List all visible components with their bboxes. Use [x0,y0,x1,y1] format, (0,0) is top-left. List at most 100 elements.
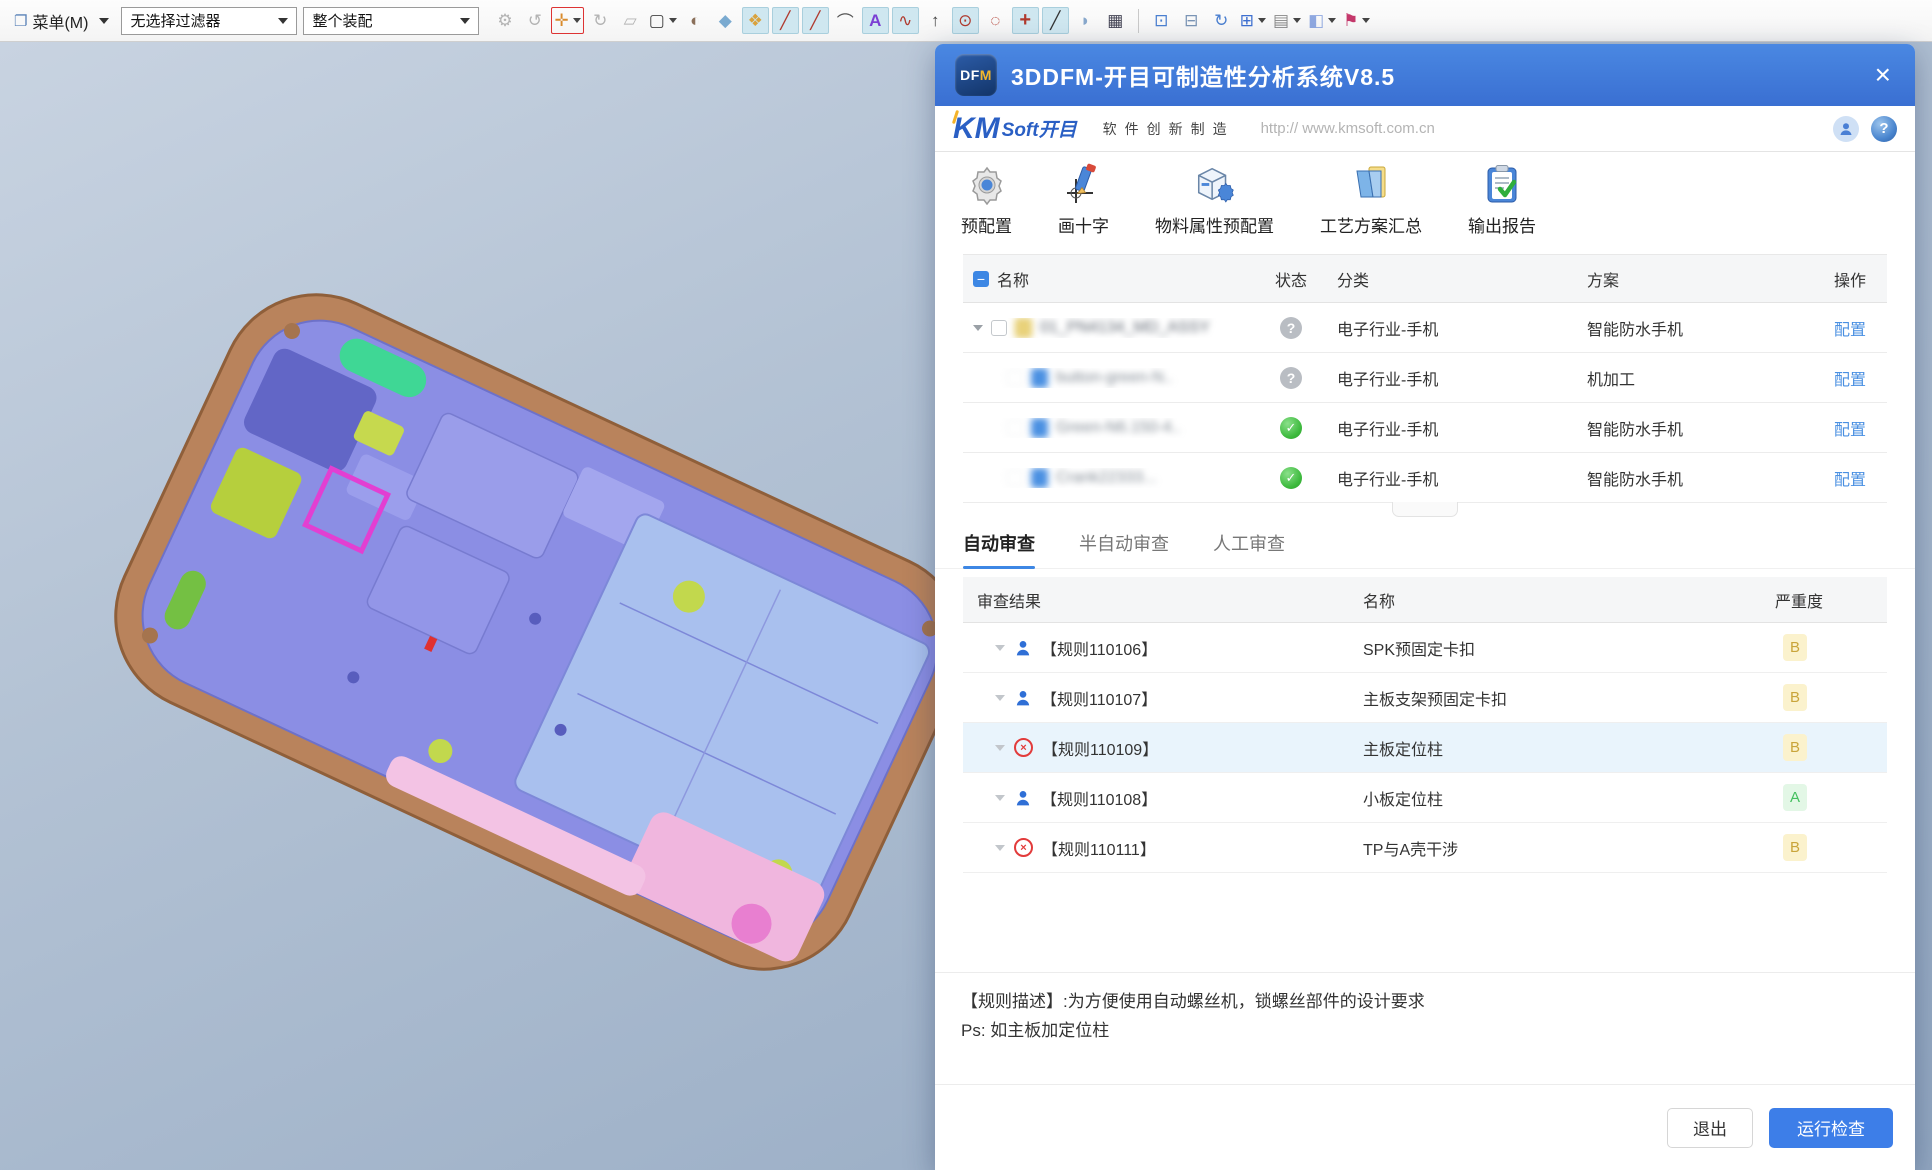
dfm-logo: DFM [955,54,997,96]
review-tabs: 自动审查 半自动审查 人工审查 [935,519,1915,569]
orbit-icon[interactable]: ↻ [1208,7,1235,34]
row-checkbox[interactable] [1007,420,1023,436]
shaded-cube-icon[interactable]: ◧ [1306,7,1338,34]
configure-link[interactable]: 配置 [1834,366,1866,390]
run-check-button[interactable]: 运行检查 [1769,1108,1893,1148]
render-style-icon[interactable]: ▤ [1271,7,1303,34]
row-checkbox[interactable] [1007,470,1023,486]
section-flag-icon[interactable]: ⚑ [1341,7,1372,34]
zoom-window-icon[interactable]: ⊡ [1148,7,1175,34]
tab-semi-auto-review[interactable]: 半自动审查 [1079,530,1169,568]
rule-name: 小板定位柱 [1363,786,1443,810]
part-plan: 智能防水手机 [1587,466,1683,490]
part-icon [1031,418,1048,438]
selection-filter-value: 无选择过滤器 [130,10,220,31]
exit-button[interactable]: 退出 [1667,1108,1753,1148]
dialog-titlebar[interactable]: DFM 3DDFM-开目可制造性分析系统V8.5 × [935,44,1915,106]
expand-caret-icon[interactable] [995,795,1005,801]
dfm-dialog: DFM 3DDFM-开目可制造性分析系统V8.5 × KM Soft开目 软件创… [935,44,1915,1170]
tab-auto-review[interactable]: 自动审查 [963,530,1035,568]
configure-link[interactable]: 配置 [1834,316,1866,340]
polyline-tool-icon[interactable]: ╱ [802,7,829,34]
close-icon[interactable]: × [1871,61,1895,89]
table-row[interactable]: Crank22333... ✓ 电子行业-手机 智能防水手机 配置 [963,453,1887,503]
part-category: 电子行业-手机 [1337,316,1438,340]
axis-icon[interactable]: ↑ [922,7,949,34]
part-plan: 智能防水手机 [1587,416,1683,440]
dfm-logo-df: DF [960,67,980,83]
part-category: 电子行业-手机 [1337,466,1438,490]
process-plan-summary-label: 工艺方案汇总 [1320,212,1422,237]
rule-row[interactable]: 【规则110107】 主板支架预固定卡扣 B [963,673,1887,723]
table-grid-icon[interactable]: ▦ [1102,7,1129,34]
rotate-component-icon[interactable]: ↻ [587,7,614,34]
user-avatar-icon[interactable] [1833,116,1859,142]
expand-caret-icon[interactable] [995,745,1005,751]
table-row[interactable]: Green-N6.150-4.. ✓ 电子行业-手机 智能防水手机 配置 [963,403,1887,453]
rule-row[interactable]: × 【规则110111】 TP与A壳干涉 B [963,823,1887,873]
circle-points-icon[interactable]: ◌ [982,7,1009,34]
gear-icon [965,162,1009,206]
selection-box-icon[interactable]: ▢ [647,7,679,34]
surface-icon[interactable]: ◗ [1072,7,1099,34]
part-plan: 智能防水手机 [1587,316,1683,340]
configure-link[interactable]: 配置 [1834,416,1866,440]
col-status: 状态 [1275,267,1307,291]
folders-icon [1349,162,1393,206]
tab-manual-review[interactable]: 人工审查 [1213,530,1285,568]
expand-caret-icon[interactable] [973,325,983,331]
part-name: button-green-N.. [1056,369,1173,387]
rule-row[interactable]: 【规则110108】 小板定位柱 A [963,773,1887,823]
spline-icon[interactable]: ∿ [892,7,919,34]
expand-caret-icon[interactable] [995,845,1005,851]
pattern-move-icon[interactable]: ❖ [742,7,769,34]
cube-icon[interactable]: ◆ [712,7,739,34]
process-plan-summary-button[interactable]: 工艺方案汇总 [1320,162,1422,237]
table-row[interactable]: 01_PN4134_MD_ASSY ? 电子行业-手机 智能防水手机 配置 [963,303,1887,353]
pan-icon[interactable]: ⊟ [1178,7,1205,34]
sketch-line-icon[interactable]: ╱ [1042,7,1069,34]
rule-id: 【规则110109】 [1042,736,1158,760]
part-plan: 机加工 [1587,366,1635,390]
row-checkbox[interactable] [991,320,1007,336]
sphere-icon[interactable]: ◐ [682,7,709,34]
arc-tool-icon[interactable]: ⌒ [832,7,859,34]
point-tool-icon[interactable]: + [1012,7,1039,34]
table-row[interactable]: button-green-N.. ? 电子行业-手机 机加工 配置 [963,353,1887,403]
expand-caret-icon[interactable] [995,695,1005,701]
move-component-icon[interactable]: ✛ [551,7,583,34]
results-table-header: 审查结果 名称 严重度 [963,577,1887,623]
rule-row[interactable]: × 【规则110109】 主板定位柱 B [963,723,1887,773]
rule-row[interactable]: 【规则110106】 SPK预固定卡扣 B [963,623,1887,673]
expand-caret-icon[interactable] [995,645,1005,651]
paste-icon[interactable]: ▱ [617,7,644,34]
draw-cross-button[interactable]: 画十字 [1058,162,1109,237]
selection-filter-select[interactable]: 无选择过滤器 [121,7,297,35]
box-gear-icon [1193,162,1237,206]
col-severity: 严重度 [1775,588,1823,612]
orient-icon[interactable]: ↺ [521,7,548,34]
part-category: 电子行业-手机 [1337,366,1438,390]
multiview-icon[interactable]: ⊞ [1238,7,1268,34]
spline-text-icon[interactable]: A [862,7,889,34]
material-preconfig-label: 物料属性预配置 [1155,212,1274,237]
exploded-view-icon[interactable]: ⚙ [491,7,518,34]
select-all-checkbox[interactable]: − [973,271,989,287]
assembly-scope-select[interactable]: 整个装配 [303,7,479,35]
circle-center-icon[interactable]: ⊙ [952,7,979,34]
error-icon: × [1014,838,1033,857]
preconfig-button[interactable]: 预配置 [961,162,1012,237]
configure-link[interactable]: 配置 [1834,466,1866,490]
user-review-icon [1014,789,1032,807]
line-tool-icon[interactable]: ╱ [772,7,799,34]
output-report-button[interactable]: 输出报告 [1468,162,1536,237]
menu-button[interactable]: ❐ 菜单(M) [8,7,115,35]
collapse-handle[interactable] [1392,502,1458,517]
severity-badge: B [1783,634,1807,661]
material-preconfig-button[interactable]: 物料属性预配置 [1155,162,1274,237]
dialog-title: 3DDFM-开目可制造性分析系统V8.5 [1011,58,1395,92]
help-icon[interactable]: ? [1871,116,1897,142]
user-review-icon [1014,689,1032,707]
severity-badge: B [1783,734,1807,761]
row-checkbox[interactable] [1007,370,1023,386]
